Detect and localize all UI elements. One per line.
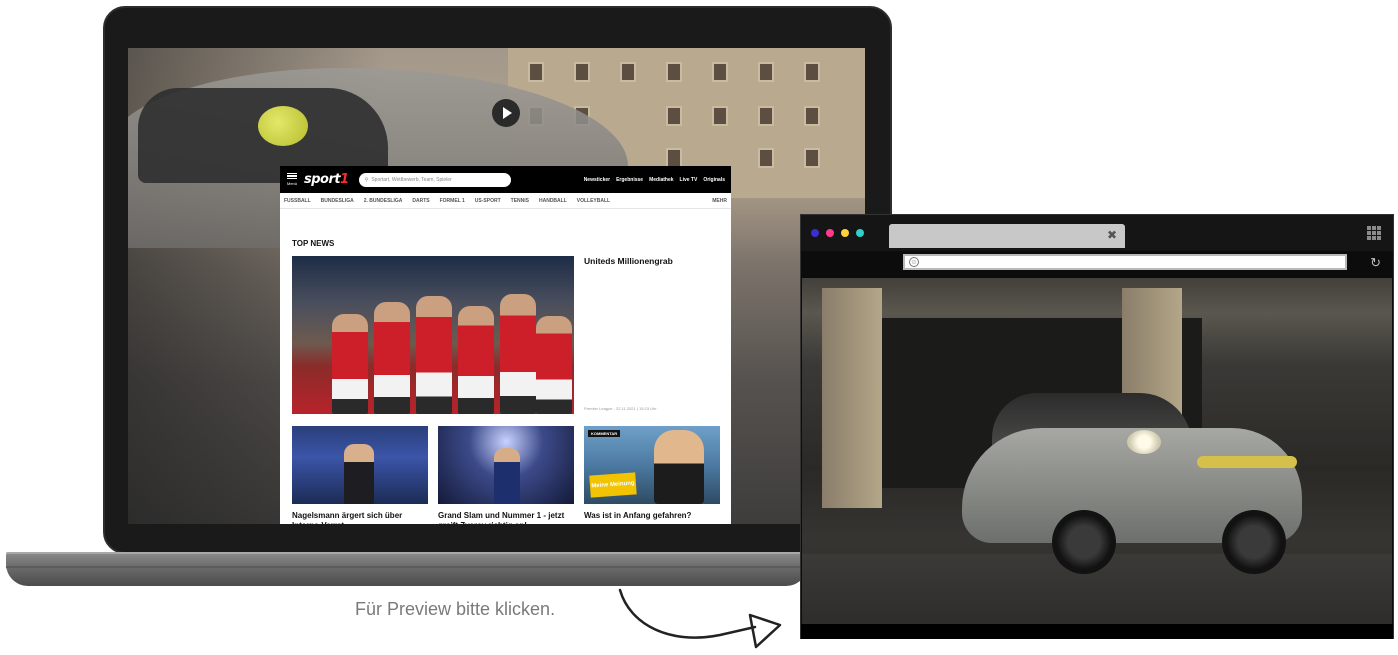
hero-title[interactable]: Uniteds Millionengrab <box>584 256 673 266</box>
hero-meta: Premier League - 22.11.2021 | 15:23 Uhr <box>584 406 657 411</box>
menu-icon[interactable]: Menü <box>286 172 298 187</box>
card-image: KOMMENTAR Meine Meinung <box>584 426 720 504</box>
nav-formel-1[interactable]: FORMEL 1 <box>440 198 465 204</box>
menu-label: Menü <box>286 181 297 187</box>
card-image <box>292 426 428 504</box>
news-card[interactable]: Grand Slam und Nummer 1 - jetzt greift Z… <box>438 426 574 524</box>
window-dot-yellow[interactable] <box>841 229 849 237</box>
search-placeholder: Sportart, Wettbewerb, Team, Spieler <box>371 176 452 183</box>
link-originals[interactable]: Originals <box>703 177 725 183</box>
news-card[interactable]: Nagelsmann ärgert sich über Interna-Verr… <box>292 426 428 524</box>
card-title: Nagelsmann ärgert sich über Interna-Verr… <box>292 511 403 524</box>
nav-fussball[interactable]: FUSSBALL <box>284 198 311 204</box>
kommentar-badge: KOMMENTAR <box>588 430 621 437</box>
nav-us-sport[interactable]: US-SPORT <box>475 198 501 204</box>
video-control-bar[interactable] <box>801 624 1393 639</box>
card-image <box>438 426 574 504</box>
logo-accent: 1 <box>340 172 349 187</box>
play-icon[interactable] <box>492 99 520 127</box>
nav-darts[interactable]: DARTS <box>412 198 429 204</box>
site-info-icon[interactable]: ☺ <box>909 257 919 267</box>
nav-tennis[interactable]: TENNIS <box>511 198 529 204</box>
nav-bundesliga[interactable]: BUNDESLIGA <box>321 198 354 204</box>
tennis-ball <box>258 106 308 146</box>
nav-more[interactable]: MEHR <box>712 198 727 204</box>
laptop-base <box>6 552 808 586</box>
browser-window[interactable]: ✖ ☺ ↻ <box>800 214 1394 639</box>
browser-titlebar: ✖ <box>801 215 1393 251</box>
link-newsticker[interactable]: Newsticker <box>584 177 610 183</box>
mini-wheel <box>1222 510 1286 574</box>
meinung-overlay: Meine Meinung <box>589 472 637 498</box>
logo-main: sport <box>304 172 341 187</box>
card-title: Was ist in Anfang gefahren? <box>584 511 692 520</box>
link-live-tv[interactable]: Live TV <box>680 177 698 183</box>
sport1-website: Menü sport1 ⚲ Sportart, Wettbewerb, Team… <box>280 166 731 524</box>
video-player[interactable] <box>802 278 1392 624</box>
preview-stage: Menü sport1 ⚲ Sportart, Wettbewerb, Team… <box>0 0 1398 655</box>
nav-2-bundesliga[interactable]: 2. BUNDESLIGA <box>364 198 403 204</box>
address-row: ☺ ↻ <box>801 251 1393 277</box>
close-icon[interactable]: ✖ <box>1107 228 1117 242</box>
window-dot-pink[interactable] <box>826 229 834 237</box>
window-dot-teal[interactable] <box>856 229 864 237</box>
sport-nav: FUSSBALL BUNDESLIGA 2. BUNDESLIGA DARTS … <box>280 193 731 209</box>
apps-grid-icon[interactable] <box>1367 226 1381 240</box>
site-header: Menü sport1 ⚲ Sportart, Wettbewerb, Team… <box>280 166 731 193</box>
reload-icon[interactable]: ↻ <box>1370 255 1381 271</box>
laptop-base-divider <box>6 566 808 568</box>
link-mediathek[interactable]: Mediathek <box>649 177 673 183</box>
card-title: Grand Slam und Nummer 1 - jetzt greift Z… <box>438 511 565 524</box>
site-search-input[interactable]: ⚲ Sportart, Wettbewerb, Team, Spieler <box>358 172 511 187</box>
hero-image[interactable] <box>292 256 574 414</box>
window-dot-blue[interactable] <box>811 229 819 237</box>
browser-tab[interactable]: ✖ <box>889 224 1125 248</box>
news-card[interactable]: KOMMENTAR Meine Meinung Was ist in Anfan… <box>584 426 720 521</box>
mini-headlight <box>1127 430 1161 454</box>
mini-grille-stripe <box>1197 456 1297 468</box>
top-links: Newsticker Ergebnisse Mediathek Live TV … <box>584 177 725 183</box>
section-title: TOP NEWS <box>292 239 335 248</box>
mini-wheel <box>1052 510 1116 574</box>
nav-handball[interactable]: HANDBALL <box>539 198 567 204</box>
search-icon: ⚲ <box>364 176 369 183</box>
curved-arrow-icon <box>618 588 782 649</box>
address-bar[interactable]: ☺ <box>903 254 1347 270</box>
left-pillar <box>822 288 882 508</box>
nav-volleyball[interactable]: VOLLEYBALL <box>577 198 610 204</box>
sport1-logo[interactable]: sport1 <box>304 172 349 187</box>
link-ergebnisse[interactable]: Ergebnisse <box>616 177 643 183</box>
preview-caption[interactable]: Für Preview bitte klicken. <box>355 599 555 620</box>
laptop-screen[interactable]: Menü sport1 ⚲ Sportart, Wettbewerb, Team… <box>128 48 865 524</box>
